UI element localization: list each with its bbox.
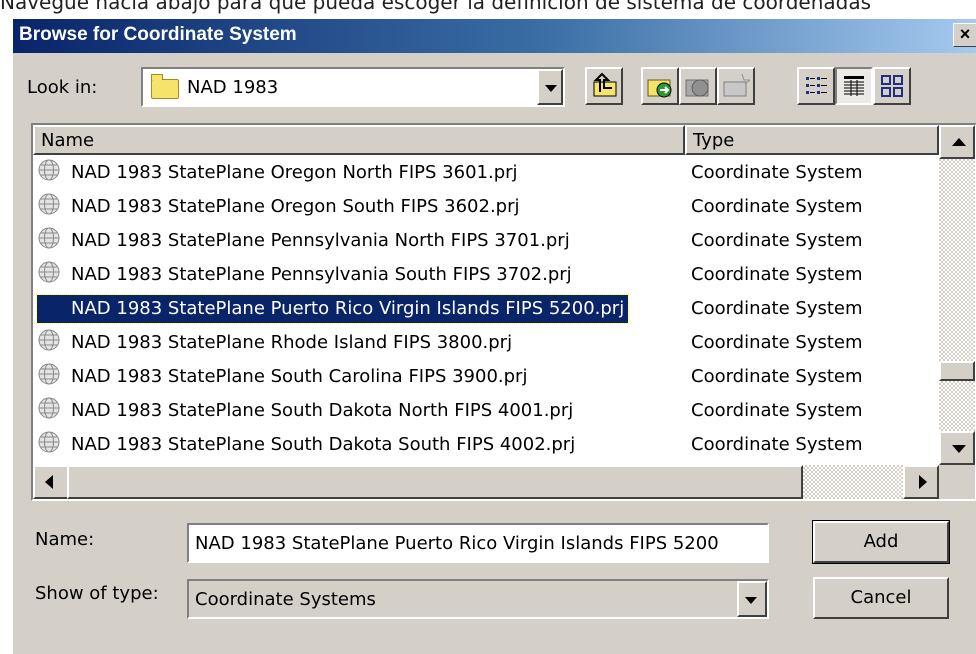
- look-in-dropdown-button[interactable]: [537, 69, 563, 105]
- list-rows: NAD 1983 StatePlane Oregon North FIPS 36…: [33, 155, 937, 465]
- scroll-up-button[interactable]: [939, 125, 975, 159]
- type-select[interactable]: Coordinate Systems: [187, 579, 769, 619]
- row-name: NAD 1983 StatePlane Pennsylvania North F…: [71, 230, 570, 251]
- type-dropdown-button[interactable]: [737, 581, 767, 617]
- row-type: Coordinate System: [691, 366, 863, 387]
- thumbnails-view-button[interactable]: [873, 67, 911, 105]
- row-type: Coordinate System: [691, 298, 863, 319]
- row-type: Coordinate System: [691, 332, 863, 353]
- cancel-button[interactable]: Cancel: [813, 577, 949, 619]
- list-item-selected[interactable]: NAD 1983 StatePlane Puerto Rico Virgin I…: [33, 291, 937, 325]
- column-header-name[interactable]: Name: [33, 125, 685, 155]
- page-caption: Navegue hacia abajo para que pueda escog…: [0, 0, 872, 14]
- up-one-level-icon: [593, 72, 617, 97]
- thumbnails-view-icon: [881, 75, 903, 97]
- browse-dialog: Browse for Coordinate System × Look in: …: [12, 18, 976, 654]
- horizontal-scroll-thumb[interactable]: [67, 465, 803, 499]
- row-type: Coordinate System: [691, 264, 863, 285]
- row-type: Coordinate System: [691, 230, 863, 251]
- scrollbar-corner: [939, 465, 975, 499]
- type-label: Show of type:: [35, 583, 159, 604]
- list-item[interactable]: NAD 1983 StatePlane Oregon North FIPS 36…: [33, 155, 937, 189]
- look-in-label: Look in:: [27, 77, 98, 98]
- up-one-level-button[interactable]: [585, 67, 623, 105]
- vertical-scroll-track[interactable]: [939, 159, 975, 431]
- row-name: NAD 1983 StatePlane Oregon South FIPS 36…: [71, 196, 520, 217]
- scroll-down-button[interactable]: [939, 431, 975, 465]
- row-type: Coordinate System: [691, 196, 863, 217]
- look-in-combo[interactable]: NAD 1983: [141, 67, 565, 107]
- name-input[interactable]: NAD 1983 StatePlane Puerto Rico Virgin I…: [187, 523, 769, 563]
- row-name: NAD 1983 StatePlane South Dakota North F…: [71, 400, 574, 421]
- row-name: NAD 1983 StatePlane Oregon North FIPS 36…: [71, 162, 518, 183]
- scroll-right-button[interactable]: [903, 465, 939, 499]
- row-name: NAD 1983 StatePlane South Dakota South F…: [71, 434, 576, 455]
- row-name: NAD 1983 StatePlane Puerto Rico Virgin I…: [35, 294, 630, 324]
- column-header-type[interactable]: Type: [685, 125, 939, 155]
- name-input-value: NAD 1983 StatePlane Puerto Rico Virgin I…: [195, 533, 719, 554]
- list-item[interactable]: NAD 1983 StatePlane South Dakota North F…: [33, 393, 937, 427]
- connect-folder-button[interactable]: [641, 67, 679, 105]
- list-view-button[interactable]: [797, 67, 835, 105]
- list-item[interactable]: NAD 1983 StatePlane South Dakota South F…: [33, 427, 937, 461]
- disconnect-folder-icon: [685, 79, 709, 97]
- list-item[interactable]: NAD 1983 StatePlane South Carolina FIPS …: [33, 359, 937, 393]
- vertical-scroll-thumb[interactable]: [939, 361, 975, 381]
- row-type: Coordinate System: [691, 434, 863, 455]
- dialog-title: Browse for Coordinate System: [19, 24, 297, 45]
- add-button[interactable]: Add: [812, 520, 950, 564]
- file-list[interactable]: Name Type NAD 1983 StatePlane Oregon Nor…: [31, 123, 976, 501]
- vertical-scrollbar[interactable]: [939, 125, 975, 465]
- details-view-icon: [844, 76, 864, 96]
- list-item[interactable]: NAD 1983 StatePlane Oregon South FIPS 36…: [33, 189, 937, 223]
- list-item[interactable]: NAD 1983 StatePlane Rhode Island FIPS 38…: [33, 325, 937, 359]
- scroll-left-button[interactable]: [33, 465, 69, 499]
- disconnect-folder-button[interactable]: [679, 67, 717, 105]
- close-button[interactable]: ×: [953, 23, 976, 47]
- list-item[interactable]: NAD 1983 StatePlane Pennsylvania South F…: [33, 257, 937, 291]
- list-view-icon: [806, 77, 827, 94]
- close-icon: ×: [959, 24, 971, 44]
- new-folder-icon: [723, 73, 750, 97]
- row-name: NAD 1983 StatePlane Rhode Island FIPS 38…: [71, 332, 513, 353]
- details-view-button[interactable]: [835, 67, 873, 105]
- title-bar[interactable]: Browse for Coordinate System ×: [13, 19, 976, 53]
- horizontal-scrollbar[interactable]: [33, 465, 939, 499]
- name-label: Name:: [35, 529, 95, 550]
- type-select-value: Coordinate Systems: [195, 589, 376, 610]
- list-item[interactable]: NAD 1983 StatePlane Pennsylvania North F…: [33, 223, 937, 257]
- row-type: Coordinate System: [691, 400, 863, 421]
- row-type: Coordinate System: [691, 162, 863, 183]
- new-folder-button[interactable]: [717, 67, 755, 105]
- connect-folder-icon: [647, 79, 672, 98]
- look-in-value: NAD 1983: [187, 77, 279, 98]
- row-name: NAD 1983 StatePlane Pennsylvania South F…: [71, 264, 572, 285]
- row-name: NAD 1983 StatePlane South Carolina FIPS …: [71, 366, 528, 387]
- folder-icon: [151, 74, 179, 99]
